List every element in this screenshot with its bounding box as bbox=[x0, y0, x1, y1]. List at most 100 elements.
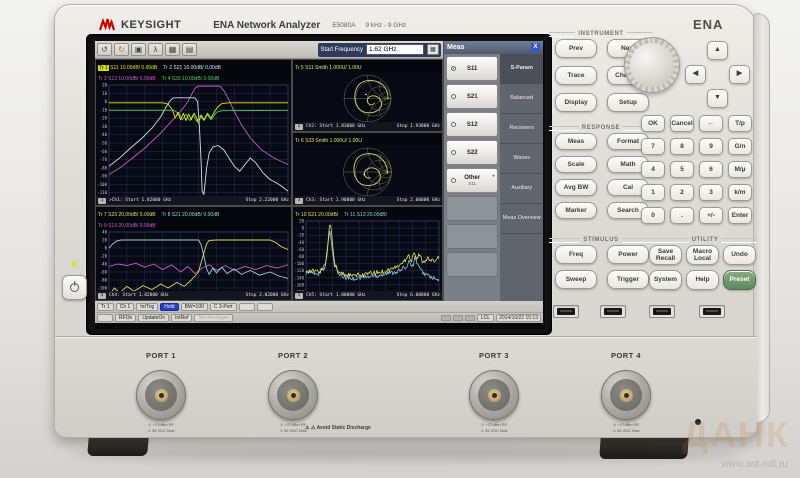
n-connector[interactable] bbox=[268, 370, 318, 420]
meas-button-s11[interactable]: S11 bbox=[446, 56, 498, 81]
key-8[interactable]: 8 bbox=[670, 138, 694, 155]
key-6[interactable]: 6 bbox=[699, 161, 723, 178]
close-icon[interactable]: X bbox=[531, 43, 540, 52]
keypad-icon[interactable]: ▦ bbox=[427, 44, 439, 55]
meas-button-s12[interactable]: S12 bbox=[446, 112, 498, 137]
key-setup[interactable]: Setup bbox=[607, 93, 649, 112]
usb-port-1[interactable] bbox=[553, 305, 579, 318]
tab-receivers[interactable]: Receivers bbox=[500, 114, 543, 144]
svg-text:-10: -10 bbox=[100, 107, 108, 112]
key-ok[interactable]: OK bbox=[641, 115, 665, 132]
connector-pin bbox=[287, 389, 300, 402]
chart-icon[interactable]: ▦ bbox=[165, 43, 180, 56]
quadrant-5[interactable]: Tr 10 S21 20.00dB/Tr 11 S13 20.00dB/200-… bbox=[292, 206, 443, 301]
undo-icon[interactable]: ↺ bbox=[97, 43, 112, 56]
port-warning: ⚠ +27dBm RF⚠ 35 VDC Max bbox=[449, 422, 539, 433]
tab-balanced[interactable]: Balanced bbox=[500, 84, 543, 114]
key-preset[interactable]: Preset bbox=[723, 270, 756, 290]
key-cancel[interactable]: Cancel bbox=[670, 115, 694, 132]
key-system[interactable]: System bbox=[649, 270, 682, 290]
meas-button-blank-5[interactable] bbox=[446, 196, 498, 221]
key-9[interactable]: 9 bbox=[699, 138, 723, 155]
key-avg-bw[interactable]: Avg BW bbox=[555, 179, 597, 196]
key-marker[interactable]: Marker bbox=[555, 202, 597, 219]
key-save-recall[interactable]: SaveRecall bbox=[649, 245, 682, 265]
key-7[interactable]: 7 bbox=[641, 138, 665, 155]
channel-bar: 4Ch4: Start 1.82000 GHzStop 2.02000 GHz bbox=[96, 291, 291, 300]
key-k-m[interactable]: k/m bbox=[728, 184, 752, 201]
tab-auxiliary[interactable]: Auxiliary bbox=[500, 174, 543, 204]
key-macro-local[interactable]: MacroLocal bbox=[686, 245, 719, 265]
key-trigger[interactable]: Trigger bbox=[607, 270, 649, 289]
channel-start: Ch4: Start 1.82000 GHz bbox=[109, 293, 169, 298]
start-frequency-input[interactable] bbox=[366, 44, 424, 55]
arrow-left-key[interactable]: ◀ bbox=[685, 65, 706, 84]
key-4[interactable]: 4 bbox=[641, 161, 665, 178]
usb-status-icon bbox=[441, 315, 451, 321]
power-button[interactable] bbox=[62, 275, 87, 300]
channel-tab[interactable]: 2 bbox=[295, 124, 303, 130]
usb-port-2[interactable] bbox=[600, 305, 626, 318]
key-1[interactable]: 1 bbox=[641, 184, 665, 201]
key-freq[interactable]: Freq bbox=[555, 245, 597, 264]
channel-tab[interactable]: 4 bbox=[98, 293, 106, 299]
tab-meas-overview[interactable]: Meas Overview bbox=[500, 204, 543, 234]
n-connector[interactable] bbox=[601, 370, 651, 420]
screenshot-icon[interactable]: ▣ bbox=[131, 43, 146, 56]
arrow-right-key[interactable]: ▶ bbox=[729, 65, 750, 84]
quadrant-1[interactable]: Tr 1 S11 10.00dB/ 0.00dBTr 2 S21 10.00dB… bbox=[95, 59, 292, 206]
key-2[interactable]: 2 bbox=[670, 184, 694, 201]
usb-port-4[interactable] bbox=[699, 305, 725, 318]
key-power[interactable]: Power bbox=[607, 245, 649, 264]
connector-panel: ⚠ ⚠ Avoid Static Discharge PORT 1⚠ +27dB… bbox=[55, 336, 757, 437]
key-enter[interactable]: Enter bbox=[728, 207, 752, 224]
quadrant-3[interactable]: Tr 6 S33 Smith 1.000U/ 1.00U3Ch3: Start … bbox=[292, 132, 443, 206]
n-connector[interactable] bbox=[136, 370, 186, 420]
key-display[interactable]: Display bbox=[555, 93, 597, 112]
svg-text:-80: -80 bbox=[100, 278, 108, 283]
redo-icon[interactable]: ↻ bbox=[114, 43, 129, 56]
key-3[interactable]: 3 bbox=[699, 184, 723, 201]
channel-tab[interactable]: 5 bbox=[295, 293, 303, 299]
meas-button-blank-7[interactable] bbox=[446, 252, 498, 277]
key-m[interactable]: M/µ bbox=[728, 161, 752, 178]
channel-tab[interactable]: 1 bbox=[98, 198, 106, 204]
usb-port-3[interactable] bbox=[649, 305, 675, 318]
key-prev[interactable]: Prev bbox=[555, 39, 597, 58]
tab-waves[interactable]: Waves bbox=[500, 144, 543, 174]
key-5[interactable]: 5 bbox=[670, 161, 694, 178]
meas-panel-body: S11 S21 S12 S22 OtherS11▾ S-ParamBalancedRec… bbox=[444, 54, 543, 301]
arrow-up-key[interactable]: ▲ bbox=[707, 41, 728, 60]
key-t-p[interactable]: T/p bbox=[728, 115, 752, 132]
lcd-display: ↺↻▣λ▦▤ Start Frequency ▦ Tr 1 S11 10.00d… bbox=[95, 41, 545, 329]
quadrant-2[interactable]: Tr 5 S11 Smith 1.000U/ 1.00U2Ch2: Start … bbox=[292, 59, 443, 132]
response-keys: MeasFormatScaleMathAvg BWCalMarkerSearch bbox=[555, 133, 649, 219]
connector-ring bbox=[478, 379, 510, 411]
channel-tab[interactable]: 3 bbox=[295, 198, 303, 204]
plot: 20100-10-20-30-40-50-60-70-80-90-100-110… bbox=[96, 83, 291, 203]
meas-button-blank-6[interactable] bbox=[446, 224, 498, 249]
key-help[interactable]: Help bbox=[686, 270, 719, 290]
arrow-down-key[interactable]: ▼ bbox=[707, 89, 728, 108]
key-0[interactable]: 0 bbox=[641, 207, 665, 224]
meas-button-other[interactable]: OtherS11▾ bbox=[446, 168, 498, 193]
key-trace[interactable]: Trace bbox=[555, 66, 597, 85]
key-key[interactable]: +/- bbox=[699, 207, 723, 224]
svg-text:-140: -140 bbox=[294, 275, 304, 280]
key-sweep[interactable]: Sweep bbox=[555, 270, 597, 289]
key-key[interactable]: . bbox=[670, 207, 694, 224]
key-g-n[interactable]: G/n bbox=[728, 138, 752, 155]
key-scale[interactable]: Scale bbox=[555, 156, 597, 173]
meas-button-s22[interactable]: S22 bbox=[446, 140, 498, 165]
key-undo[interactable]: Undo bbox=[723, 245, 756, 265]
key-backspace[interactable]: ← bbox=[699, 115, 723, 132]
clipboard-icon[interactable]: ▤ bbox=[182, 43, 197, 56]
svg-text:-100: -100 bbox=[97, 286, 107, 291]
marker-icon[interactable]: λ bbox=[148, 43, 163, 56]
key-meas[interactable]: Meas bbox=[555, 133, 597, 150]
meas-button-s21[interactable]: S21 bbox=[446, 84, 498, 109]
n-connector[interactable] bbox=[469, 370, 519, 420]
quadrant-4[interactable]: Tr 7 S23 20.00dB/ 0.00dBTr 8 S21 20.00dB… bbox=[95, 206, 292, 301]
tab-s-param[interactable]: S-Param bbox=[500, 54, 543, 84]
rotary-knob[interactable] bbox=[624, 37, 680, 93]
